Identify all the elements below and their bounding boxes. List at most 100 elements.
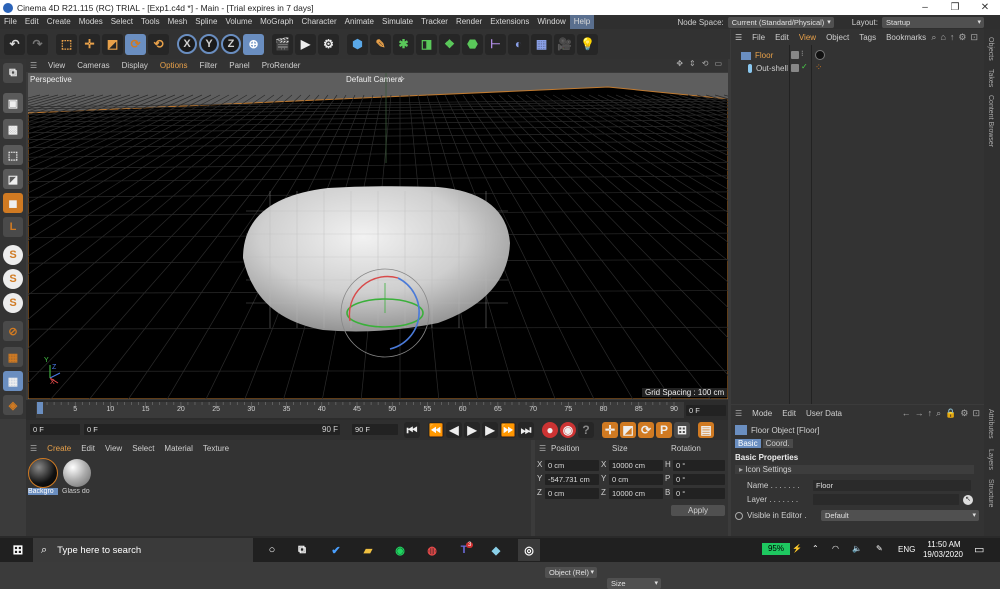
render-view-icon[interactable]: 🎬 [272, 33, 293, 55]
object-menu-tags[interactable]: Tags [859, 33, 876, 42]
hamburger-icon[interactable]: ☰ [735, 409, 742, 418]
viewport-menu-display[interactable]: Display [116, 61, 154, 70]
object-name[interactable]: Out-shell [756, 64, 788, 73]
object-menu-edit[interactable]: Edit [775, 33, 789, 42]
home-icon[interactable]: ⌂ [940, 32, 945, 43]
subdivision-surface-icon[interactable]: ✱ [393, 33, 414, 55]
expand-icon[interactable]: ⊡ [970, 32, 978, 43]
play-icon[interactable]: ▶ [464, 422, 480, 438]
cube-icon[interactable]: ⬢ [347, 33, 368, 55]
range-start-field[interactable]: 0 F [84, 424, 340, 435]
wifi-icon[interactable]: ◠ [832, 544, 839, 553]
menu-item-animate[interactable]: Animate [341, 15, 378, 29]
layer-pick-icon[interactable]: ↖ [963, 494, 973, 505]
timeline[interactable]: 051015202530354045505560657075808590 0 F [26, 400, 728, 420]
menu-item-tools[interactable]: Tools [137, 15, 164, 29]
size-field[interactable]: 10000 cm [609, 488, 663, 499]
viewport-menu-prorender[interactable]: ProRender [256, 61, 307, 70]
size-field[interactable]: 0 cm [609, 474, 663, 485]
object-name[interactable]: Floor [755, 51, 773, 60]
material-menu-material[interactable]: Material [164, 444, 192, 453]
hamburger-icon[interactable]: ☰ [30, 61, 42, 70]
render-to-picture-viewer-icon[interactable]: ▶ [295, 33, 316, 55]
maximize-button[interactable]: ❐ [940, 0, 970, 15]
menu-item-volume[interactable]: Volume [221, 15, 256, 29]
material-menu-create[interactable]: Create [47, 444, 71, 453]
render-settings-icon[interactable]: ⚙ [318, 33, 339, 55]
visibility-flags-icon[interactable] [791, 64, 799, 72]
key-point-level-icon[interactable]: ⊞ [674, 422, 690, 438]
content-browser-tab[interactable]: Content Browser [987, 95, 994, 147]
menu-item-spline[interactable]: Spline [191, 15, 221, 29]
tab-coord[interactable]: Coord. [762, 439, 793, 448]
settings-icon[interactable]: ⚙ [958, 32, 966, 43]
rotate-icon[interactable]: ⟳ [125, 33, 146, 55]
chrome-icon[interactable]: ◍ [424, 542, 440, 558]
hamburger-icon[interactable]: ☰ [735, 33, 742, 42]
todo-app-icon[interactable]: ✔ [328, 542, 344, 558]
edges-mode-icon[interactable]: ◪ [3, 169, 23, 189]
rotation-field[interactable]: 0 ° [673, 460, 725, 471]
search-icon[interactable]: ⌕ [936, 408, 941, 419]
attribute-menu-mode[interactable]: Mode [752, 409, 772, 418]
node-space-dropdown[interactable]: Current (Standard/Physical) [727, 16, 834, 28]
tag-icon[interactable]: ⁘ [815, 63, 825, 73]
menu-item-file[interactable]: File [0, 15, 21, 29]
menu-item-window[interactable]: Window [533, 15, 569, 29]
objects-tab[interactable]: Objects [987, 37, 994, 61]
go-to-start-icon[interactable]: ⏮ [404, 422, 420, 438]
toggle-view-icon[interactable]: ▭ [714, 59, 722, 68]
up-arrow-icon[interactable]: ↑ [950, 32, 955, 43]
camera-icon[interactable]: 🎥 [554, 33, 575, 55]
structure-tab[interactable]: Structure [987, 479, 994, 507]
key-rotation-icon[interactable]: ⟳ [638, 422, 654, 438]
record-icon[interactable]: ● [542, 422, 558, 438]
language-indicator[interactable]: ENG [898, 545, 915, 554]
apply-button[interactable]: Apply [671, 505, 725, 516]
takes-tab[interactable]: Takes [987, 69, 994, 87]
go-to-end-icon[interactable]: ⏭ [518, 422, 534, 438]
end-frame-field[interactable]: 90 F [352, 424, 398, 435]
enabled-check-icon[interactable]: ✓ [801, 62, 808, 71]
position-field[interactable]: 0 cm [545, 460, 599, 471]
windows-start-icon[interactable]: ⊞ [10, 542, 26, 558]
clock-date[interactable]: 19/03/2020 [920, 550, 966, 559]
pen-spline-icon[interactable]: ✎ [370, 33, 391, 55]
pen-icon[interactable]: ✎ [876, 544, 883, 553]
scene-icon[interactable]: ◐ [508, 33, 529, 55]
name-field[interactable]: Floor [813, 480, 971, 491]
timeline-window-icon[interactable]: ▤ [698, 422, 714, 438]
menu-item-render[interactable]: Render [452, 15, 486, 29]
battery-indicator[interactable]: 95% [762, 543, 790, 555]
object-menu-view[interactable]: View [799, 33, 816, 42]
z-axis-lock-icon[interactable]: Z [221, 34, 241, 54]
next-key-icon[interactable]: ⏩ [500, 422, 516, 438]
file-explorer-icon[interactable]: ▰ [360, 542, 376, 558]
close-button[interactable]: ✕ [970, 0, 1000, 15]
key-position-icon[interactable]: ✛ [602, 422, 618, 438]
material-name[interactable]: Backgro [28, 488, 58, 495]
material-tag-icon[interactable] [815, 50, 825, 60]
icon-settings-group[interactable]: ▸ Icon Settings [735, 465, 974, 474]
volume-icon[interactable]: 🔈 [852, 544, 862, 553]
menu-item-modes[interactable]: Modes [75, 15, 107, 29]
extrude-icon[interactable]: ◨ [416, 33, 437, 55]
move-icon[interactable]: ✛ [79, 33, 100, 55]
animation-key-icon[interactable] [735, 511, 743, 520]
clock-time[interactable]: 11:50 AM [924, 540, 964, 549]
spotify-icon[interactable]: ◉ [392, 542, 408, 558]
menu-item-simulate[interactable]: Simulate [378, 15, 417, 29]
size-mode-dropdown[interactable]: Size [607, 578, 661, 589]
workplane-icon[interactable]: L [3, 217, 23, 237]
snap-icon[interactable]: S [3, 245, 23, 265]
x-axis-lock-icon[interactable]: X [177, 34, 197, 54]
up-arrow-icon[interactable]: ↑ [928, 408, 933, 419]
menu-item-select[interactable]: Select [107, 15, 137, 29]
cinema4d-taskbar-icon[interactable]: ◎ [518, 539, 540, 561]
search-icon[interactable]: ⌕ [931, 32, 936, 43]
texture-mode-icon[interactable]: ▩ [3, 119, 23, 139]
zoom-view-icon[interactable]: ⇕ [689, 59, 696, 68]
next-frame-icon[interactable]: ▶ [482, 422, 498, 438]
quantize-icon[interactable]: S [3, 293, 23, 313]
object-menu-file[interactable]: File [752, 33, 765, 42]
